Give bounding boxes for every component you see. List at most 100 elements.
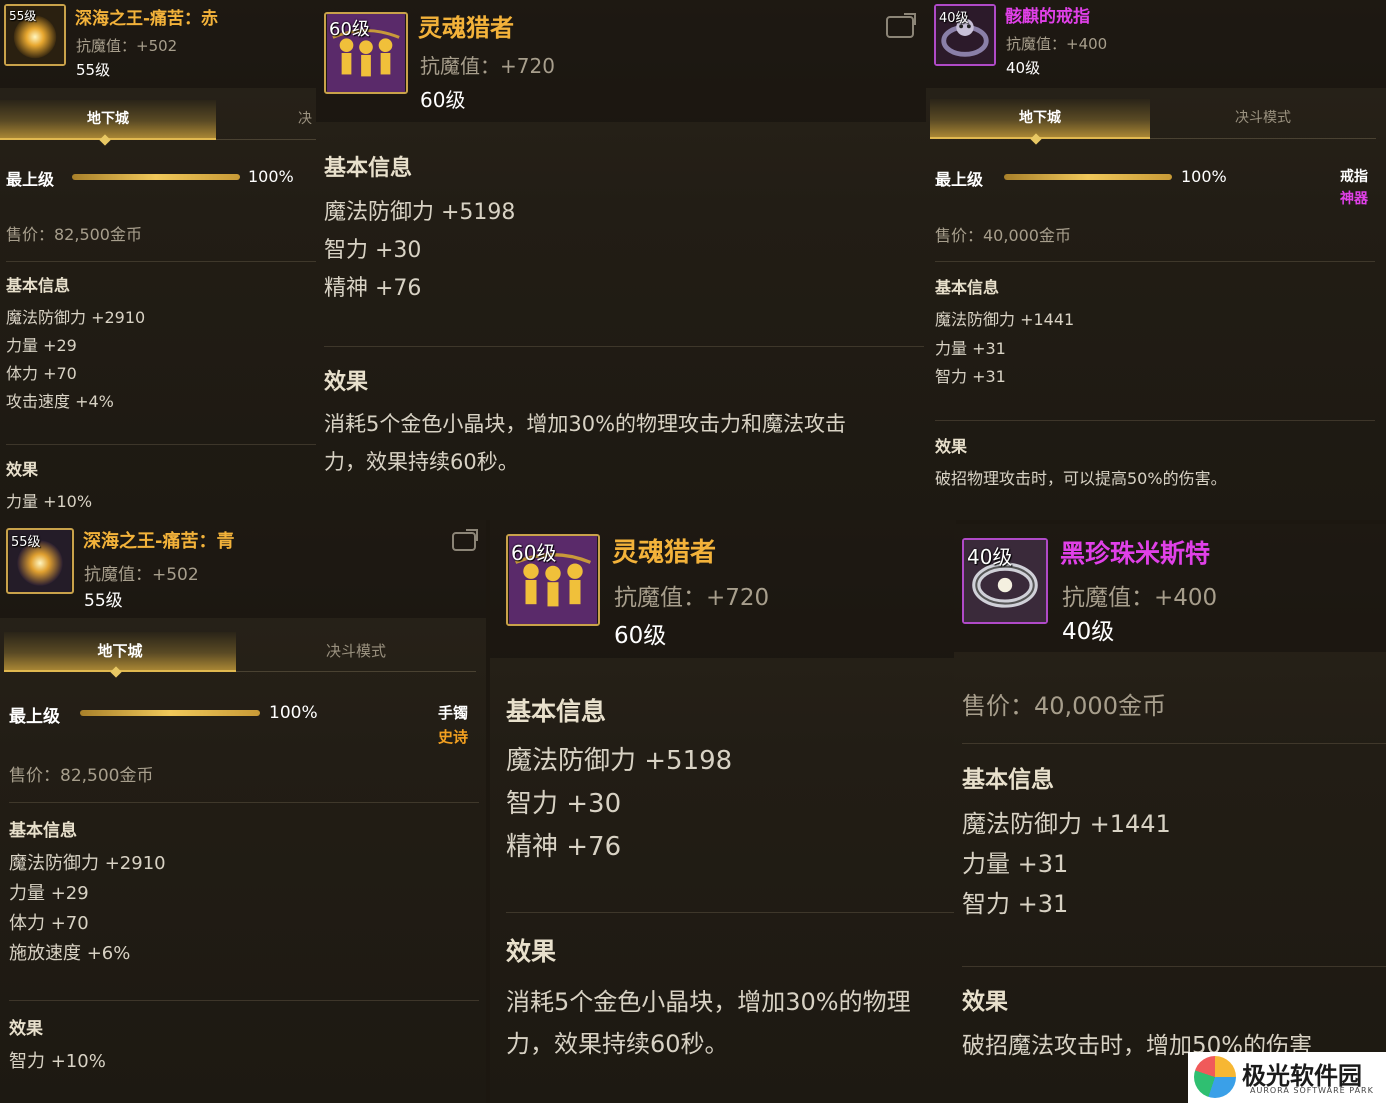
stat-line: 魔法防御力 +2910 [6, 308, 146, 327]
magic-resist-value: 抗魔值：+400 [1062, 585, 1218, 611]
divider [935, 420, 1375, 421]
aurora-logo-icon [1194, 1056, 1236, 1098]
tab-duel[interactable]: 决 [216, 100, 316, 140]
grade-bar-fill [1004, 174, 1172, 180]
basic-info-title: 基本信息 [324, 156, 413, 181]
item-tooltip-soul-hunter: 60级 灵魂猎者 抗魔值：+720 60级 基本信息 魔法防御力 +5198 智… [316, 0, 926, 520]
grade-bar-fill [80, 710, 260, 716]
stat-line: 精神 +76 [324, 276, 422, 301]
magic-resist-value: 抗魔值：+502 [76, 37, 178, 55]
item-level-badge: 40级 [939, 11, 969, 26]
item-level-badge: 40级 [967, 545, 1013, 569]
share-icon[interactable] [452, 532, 476, 551]
stat-line: 魔法防御力 +5198 [506, 746, 733, 776]
effect-text: 消耗5个金色小晶块，增加30%的物理攻击力和魔法攻击 [324, 412, 847, 436]
effect-text: 破招物理攻击时，可以提高50%的伤害。 [935, 469, 1227, 488]
sell-price: 售价：40,000金币 [962, 692, 1166, 720]
effect-text: 力，效果持续60秒。 [506, 1030, 729, 1058]
item-slot: 戒指 [1340, 169, 1368, 185]
divider [935, 261, 1375, 262]
magic-resist-value: 抗魔值：+720 [420, 54, 555, 78]
effect-text: 力量 +10% [6, 492, 93, 511]
item-level: 55级 [76, 61, 111, 79]
item-rarity: 神器 [1340, 191, 1368, 207]
watermark-logo: 极光软件园 AURORA SOFTWARE PARK [1188, 1052, 1386, 1103]
item-level: 60级 [420, 88, 466, 112]
item-icon-gold-orb[interactable]: 55级 [6, 528, 74, 594]
stat-line: 攻击速度 +4% [6, 392, 114, 411]
item-level-badge: 55级 [9, 9, 37, 23]
tab-dungeon[interactable]: 地下城 [930, 99, 1150, 139]
divider [962, 966, 1386, 967]
item-tooltip-ring: 40级 骸麒的戒指 抗魔值：+400 40级 地下城 决斗模式 最上级 100%… [926, 0, 1386, 520]
item-icon-gold-orb[interactable]: 55级 [4, 4, 66, 66]
item-icon-pearl-ring[interactable]: 40级 [962, 538, 1048, 624]
item-icon-soul-dolls[interactable]: 60级 [506, 534, 600, 626]
grade-label: 最上级 [935, 170, 984, 189]
divider [6, 444, 316, 445]
grade-label: 最上级 [9, 707, 60, 727]
effect-text: 消耗5个金色小晶块，增加30%的物理 [506, 988, 911, 1016]
share-icon[interactable] [886, 16, 914, 38]
divider [962, 743, 1386, 744]
effect-title: 效果 [6, 460, 39, 479]
item-level-badge: 60级 [329, 19, 370, 40]
item-slot: 手镯 [438, 704, 469, 722]
stat-line: 体力 +70 [6, 364, 77, 383]
effect-title: 效果 [324, 370, 369, 395]
item-tooltip-black-pearl: 40级 黑珍珠米斯特 抗魔值：+400 40级 售价：40,000金币 基本信息… [954, 524, 1386, 1103]
item-level-badge: 60级 [511, 541, 557, 565]
mode-tabs: 地下城 决 [0, 100, 316, 140]
sell-price: 售价：82,500金币 [6, 225, 142, 244]
item-level: 40级 [1062, 619, 1115, 645]
divider [9, 802, 479, 803]
stat-line: 智力 +30 [506, 789, 622, 819]
grade-percent: 100% [248, 167, 294, 186]
stat-line: 施放速度 +6% [9, 943, 131, 964]
grade-bar-fill [72, 174, 240, 180]
stat-line: 力量 +31 [935, 339, 1006, 358]
item-name: 灵魂猎者 [418, 14, 514, 42]
tab-dungeon[interactable]: 地下城 [0, 100, 216, 140]
item-icon-soul-dolls[interactable]: 60级 [324, 12, 408, 94]
stat-line: 智力 +31 [935, 367, 1006, 386]
grade-label: 最上级 [6, 170, 55, 189]
grade-percent: 100% [269, 703, 318, 723]
item-tooltip-soul-hunter: 60级 灵魂猎者 抗魔值：+720 60级 基本信息 魔法防御力 +5198 智… [490, 520, 956, 1103]
stat-line: 力量 +29 [9, 883, 89, 904]
tab-duel[interactable]: 决斗模式 [1150, 99, 1376, 139]
item-level: 60级 [614, 623, 667, 649]
item-name: 骸麒的戒指 [1005, 7, 1090, 27]
basic-info-title: 基本信息 [506, 697, 607, 726]
effect-title: 效果 [935, 437, 968, 456]
stat-line: 魔法防御力 +1441 [935, 310, 1075, 329]
stat-line: 魔法防御力 +1441 [962, 810, 1171, 838]
sell-price: 售价：82,500金币 [9, 766, 154, 786]
magic-resist-value: 抗魔值：+400 [1006, 35, 1108, 53]
stat-line: 体力 +70 [9, 913, 89, 934]
stat-line: 魔法防御力 +2910 [9, 853, 166, 874]
tab-dungeon[interactable]: 地下城 [4, 632, 236, 672]
item-level-badge: 55级 [11, 535, 41, 550]
basic-info-title: 基本信息 [962, 767, 1054, 793]
grade-bar [80, 710, 260, 716]
effect-title: 效果 [9, 1019, 43, 1039]
stat-line: 力量 +31 [962, 850, 1069, 878]
mode-tabs: 地下城 决斗模式 [926, 99, 1386, 139]
item-name: 灵魂猎者 [612, 538, 717, 568]
item-tooltip-deep-sea-red: 55级 深海之王-痛苦：赤 抗魔值：+502 55级 地下城 决 最上级 100… [0, 0, 316, 520]
stat-line: 力量 +29 [6, 336, 77, 355]
divider [506, 912, 956, 913]
magic-resist-value: 抗魔值：+502 [84, 565, 199, 585]
watermark-en: AURORA SOFTWARE PARK [1250, 1086, 1374, 1095]
item-icon-skull-ring[interactable]: 40级 [934, 4, 996, 66]
divider [9, 1000, 479, 1001]
item-name: 深海之王-痛苦：青 [83, 531, 235, 552]
grade-percent: 100% [1181, 167, 1227, 186]
sell-price: 售价：40,000金币 [935, 226, 1071, 245]
tab-duel[interactable]: 决斗模式 [236, 632, 476, 672]
basic-info-title: 基本信息 [9, 821, 77, 841]
effect-text: 力，效果持续60秒。 [324, 450, 519, 474]
effect-text: 智力 +10% [9, 1051, 106, 1072]
stat-line: 精神 +76 [506, 832, 622, 862]
